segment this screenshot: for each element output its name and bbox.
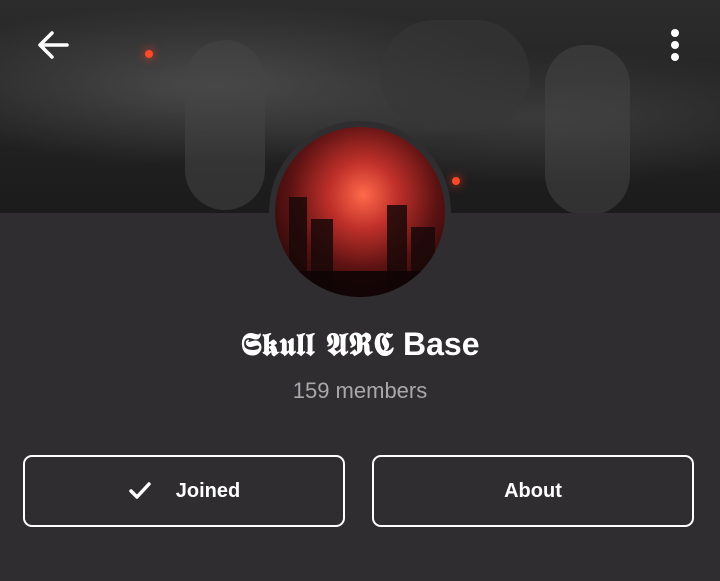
group-avatar-frame	[269, 121, 451, 303]
banner-figure	[380, 20, 530, 130]
avatar-ground	[275, 271, 445, 297]
more-vertical-icon	[671, 29, 679, 61]
more-options-button[interactable]	[660, 24, 690, 66]
group-title-plain: Base	[394, 326, 480, 362]
check-icon	[128, 481, 152, 501]
about-button[interactable]: About	[372, 455, 694, 527]
joined-button[interactable]: Joined	[23, 455, 345, 527]
banner-figure	[545, 45, 630, 213]
member-count: 159 members	[292, 378, 428, 403]
banner-ember	[452, 177, 460, 185]
back-button[interactable]	[30, 24, 76, 66]
banner-ember	[145, 50, 153, 58]
joined-label: Joined	[175, 479, 241, 502]
group-title: 𝕾𝖐𝖚𝖑𝖑 𝕬𝕽𝕮 Base	[0, 325, 720, 364]
arrow-left-icon	[38, 31, 69, 59]
group-title-styled: 𝕾𝖐𝖚𝖑𝖑 𝕬𝕽𝕮	[240, 325, 395, 363]
group-avatar[interactable]	[275, 127, 445, 297]
about-label: About	[504, 479, 562, 502]
banner-figure	[185, 40, 265, 210]
